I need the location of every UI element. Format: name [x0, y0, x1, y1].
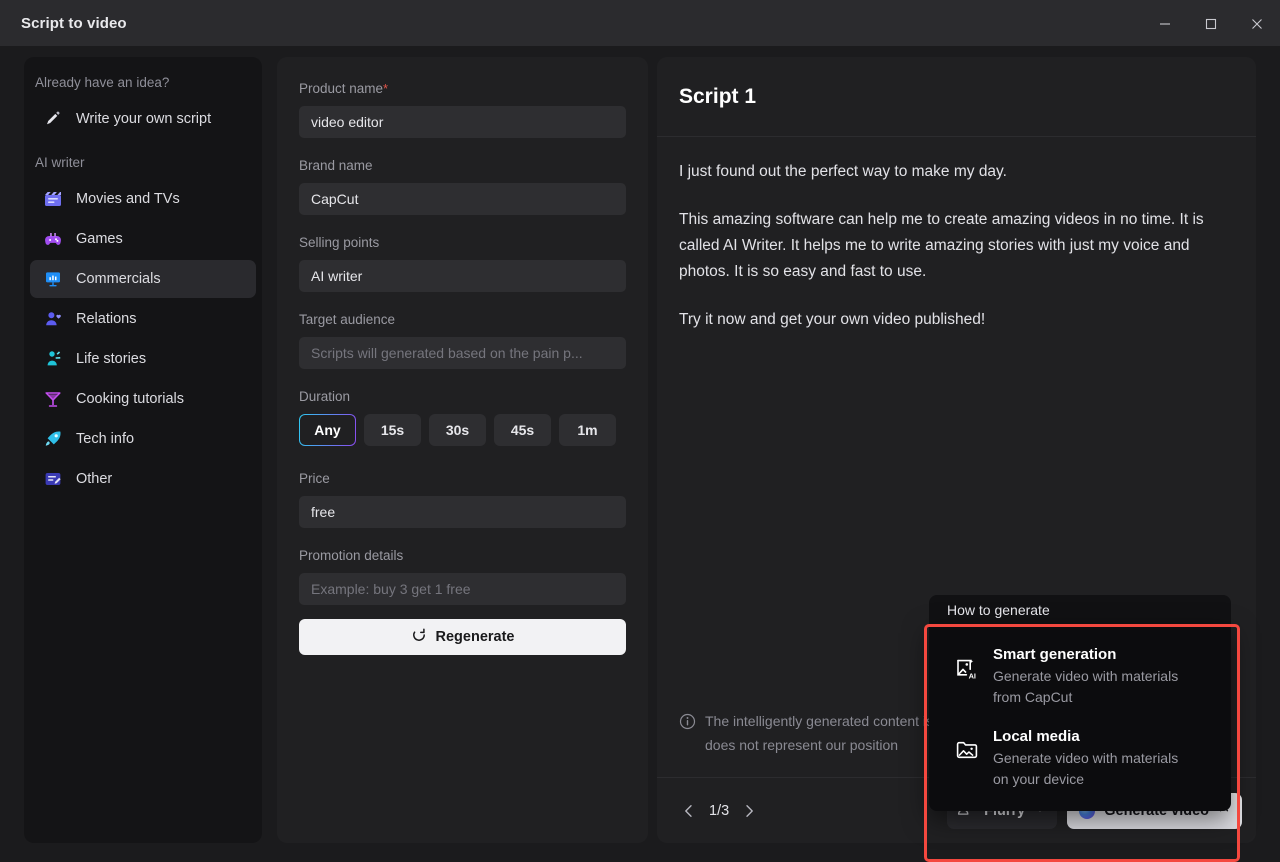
clapperboard-icon	[42, 188, 64, 210]
svg-text:AI: AI	[969, 671, 976, 680]
sidebar-item-label: Write your own script	[76, 111, 211, 127]
previous-page-button[interactable]	[679, 801, 699, 821]
selling-points-input[interactable]	[299, 260, 626, 292]
info-icon	[679, 709, 696, 757]
sidebar-item-label: Relations	[76, 311, 136, 327]
sidebar-item-label: Commercials	[76, 271, 161, 287]
folder-image-icon	[955, 738, 979, 767]
popup-item-local-media[interactable]: Local media Generate video with material…	[929, 717, 1231, 799]
sidebar-item-commercials[interactable]: Commercials	[30, 260, 256, 298]
script-paragraph: This amazing software can help me to cre…	[679, 207, 1234, 285]
sidebar-item-label: Movies and TVs	[76, 191, 180, 207]
sidebar-section-idea-label: Already have an idea?	[24, 65, 262, 98]
popup-item-text: Local media Generate video with material…	[993, 726, 1193, 790]
maximize-button[interactable]	[1188, 0, 1234, 47]
duration-chip-45s[interactable]: 45s	[494, 414, 551, 446]
product-name-label: Product name*	[299, 81, 626, 97]
sidebar-item-life-stories[interactable]: Life stories	[30, 340, 256, 378]
brand-name-label: Brand name	[299, 158, 626, 174]
workspace: Already have an idea? Write your own scr…	[0, 47, 1280, 853]
sidebar-item-label: Games	[76, 231, 123, 247]
regenerate-button[interactable]: Regenerate	[299, 619, 626, 655]
pencil-icon	[42, 108, 64, 130]
popup-item-desc: Generate video with materials from CapCu…	[993, 666, 1193, 708]
pagination: 1/3	[679, 801, 759, 821]
brand-name-input[interactable]	[299, 183, 626, 215]
gamepad-icon	[42, 228, 64, 250]
close-button[interactable]	[1234, 0, 1280, 47]
duration-label: Duration	[299, 389, 626, 405]
minimize-button[interactable]	[1142, 0, 1188, 47]
regenerate-button-label: Regenerate	[436, 629, 515, 645]
sidebar: Already have an idea? Write your own scr…	[24, 57, 262, 843]
page-indicator: 1/3	[709, 803, 729, 819]
rocket-icon	[42, 428, 64, 450]
sidebar-section-ai-writer-label: AI writer	[24, 140, 262, 178]
popup-item-title: Smart generation	[993, 644, 1193, 666]
popup-header: How to generate	[929, 595, 1231, 625]
popup-item-title: Local media	[993, 726, 1193, 748]
price-label: Price	[299, 471, 626, 487]
refresh-icon	[411, 627, 427, 647]
popup-item-smart-generation[interactable]: AI Smart generation Generate video with …	[929, 635, 1231, 717]
popup-body: AI Smart generation Generate video with …	[929, 625, 1231, 811]
sidebar-item-cooking-tutorials[interactable]: Cooking tutorials	[30, 380, 256, 418]
selling-points-label: Selling points	[299, 235, 626, 251]
target-audience-input[interactable]	[299, 337, 626, 369]
next-page-button[interactable]	[739, 801, 759, 821]
sidebar-item-write-your-own-script[interactable]: Write your own script	[30, 100, 256, 138]
presentation-chart-icon	[42, 268, 64, 290]
how-to-generate-popup: How to generate AI Smart generation Gene…	[929, 595, 1231, 811]
script-paragraph: I just found out the perfect way to make…	[679, 159, 1234, 185]
sidebar-item-label: Cooking tutorials	[76, 391, 184, 407]
price-input[interactable]	[299, 496, 626, 528]
sidebar-item-tech-info[interactable]: Tech info	[30, 420, 256, 458]
product-name-input[interactable]	[299, 106, 626, 138]
popup-item-desc: Generate video with materials on your de…	[993, 748, 1193, 790]
product-name-label-text: Product name	[299, 81, 383, 96]
sidebar-item-other[interactable]: Other	[30, 460, 256, 498]
ai-frame-icon: AI	[955, 656, 979, 685]
duration-chip-30s[interactable]: 30s	[429, 414, 486, 446]
promotion-details-label: Promotion details	[299, 548, 626, 564]
duration-chip-15s[interactable]: 15s	[364, 414, 421, 446]
duration-chip-1m[interactable]: 1m	[559, 414, 616, 446]
script-paragraph: Try it now and get your own video publis…	[679, 307, 1234, 333]
sidebar-item-relations[interactable]: Relations	[30, 300, 256, 338]
person-heart-icon	[42, 308, 64, 330]
title-bar: Script to video	[0, 0, 1280, 47]
sidebar-item-games[interactable]: Games	[30, 220, 256, 258]
cocktail-glass-icon	[42, 388, 64, 410]
window-controls	[1142, 0, 1280, 47]
form-panel: Product name* Brand name Selling points …	[277, 57, 648, 843]
sidebar-item-movies-and-tvs[interactable]: Movies and TVs	[30, 180, 256, 218]
script-header: Script 1	[657, 57, 1256, 137]
window-title: Script to video	[21, 15, 127, 32]
required-asterisk: *	[383, 81, 388, 96]
sidebar-item-label: Other	[76, 471, 112, 487]
promotion-details-input[interactable]	[299, 573, 626, 605]
note-edit-icon	[42, 468, 64, 490]
sidebar-item-label: Tech info	[76, 431, 134, 447]
duration-chip-any[interactable]: Any	[299, 414, 356, 446]
popup-item-text: Smart generation Generate video with mat…	[993, 644, 1193, 708]
person-waving-icon	[42, 348, 64, 370]
duration-options: Any 15s 30s 45s 1m	[299, 414, 629, 446]
sidebar-item-label: Life stories	[76, 351, 146, 367]
target-audience-label: Target audience	[299, 312, 626, 328]
script-title: Script 1	[679, 85, 756, 109]
script-body[interactable]: I just found out the perfect way to make…	[657, 137, 1256, 333]
